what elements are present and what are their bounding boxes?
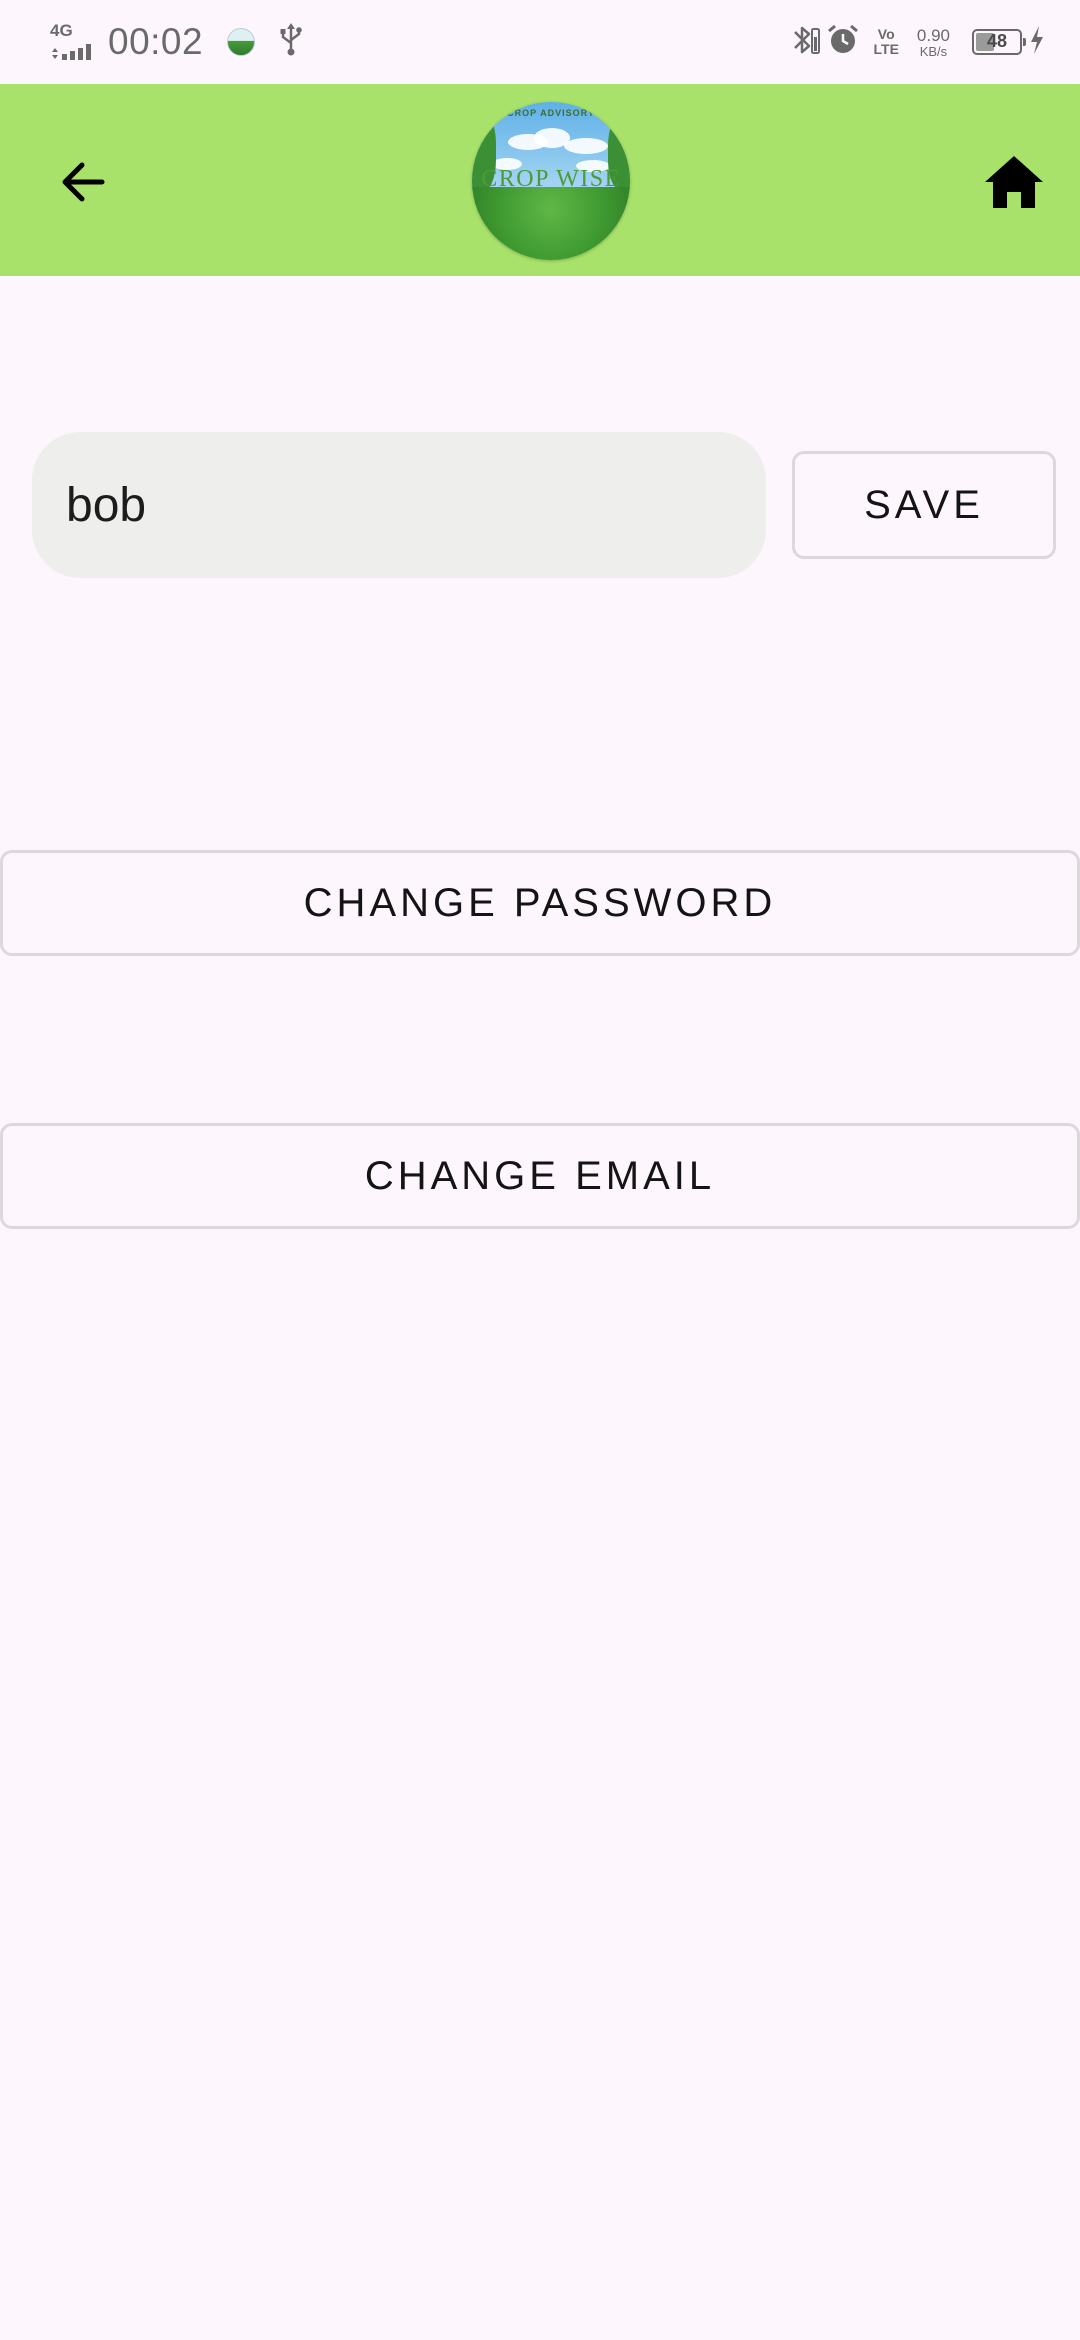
status-time: 00:02 — [108, 21, 204, 62]
back-button[interactable] — [44, 142, 124, 222]
status-bar-left: 4G 00:02 — [50, 20, 303, 64]
volte-icon: Vo LTE — [874, 27, 899, 57]
app-notification-icon — [227, 28, 256, 56]
change-email-button[interactable]: CHANGE EMAIL — [0, 1123, 1080, 1229]
app-bar: CROP ADVISORY CROP WISE — [0, 84, 1080, 276]
home-icon — [985, 156, 1043, 208]
alarm-icon — [826, 23, 860, 62]
network-speed-unit: KB/s — [919, 43, 948, 59]
logo-main-text: CROP WISE — [481, 166, 621, 192]
charging-icon — [1028, 25, 1046, 60]
signal-icon: 4G — [50, 22, 102, 62]
network-speed-value: 0.90 — [916, 25, 950, 45]
bluetooth-icon — [790, 23, 820, 62]
arrow-left-icon — [62, 162, 105, 202]
battery-icon: 48 — [972, 29, 1026, 55]
volte-top-label: Vo — [877, 26, 895, 42]
logo-top-text: CROP ADVISORY — [507, 108, 595, 118]
crop-wise-logo: CROP ADVISORY CROP WISE — [472, 102, 630, 260]
volte-bottom-label: LTE — [873, 41, 899, 57]
name-input[interactable] — [32, 432, 766, 578]
network-speed: 0.90 KB/s — [917, 26, 950, 59]
change-password-button[interactable]: CHANGE PASSWORD — [0, 850, 1080, 956]
status-bar-right: Vo LTE 0.90 KB/s 48 — [784, 18, 1047, 66]
home-button[interactable] — [972, 140, 1056, 224]
save-button[interactable]: SAVE — [792, 451, 1056, 559]
logo-cloud — [564, 138, 608, 154]
logo-grass — [472, 187, 630, 260]
usb-icon — [279, 22, 303, 62]
battery-level-text: 48 — [986, 31, 1008, 51]
status-bar: 4G 00:02 Vo LTE 0.90 KB/s 48 — [0, 0, 1080, 84]
